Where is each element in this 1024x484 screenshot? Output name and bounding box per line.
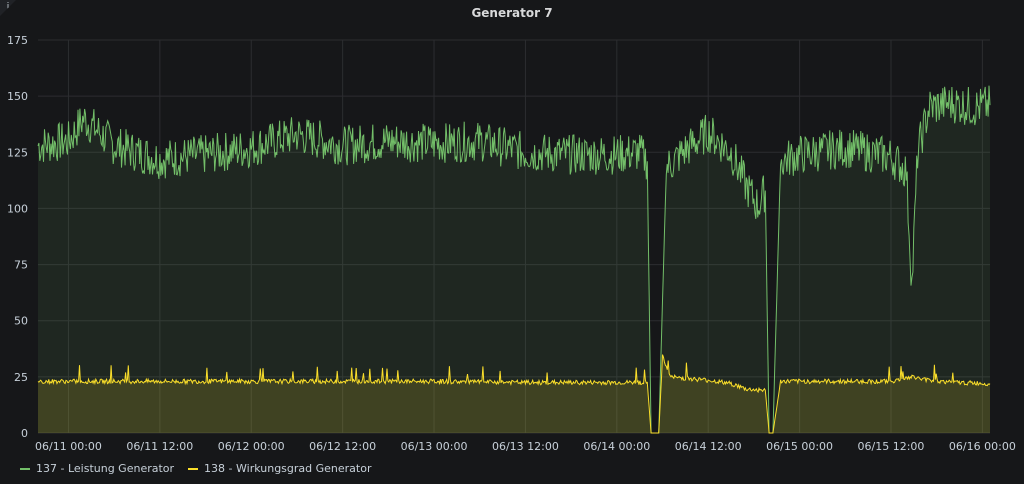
legend: 137 - Leistung Generator 138 - Wirkungsg… [20, 462, 372, 475]
series2-swatch [188, 467, 199, 470]
x-tick-label: 06/11 12:00 [126, 440, 193, 453]
x-tick-label: 06/16 00:00 [949, 440, 1016, 453]
legend-label-series2: 138 - Wirkungsgrad Generator [204, 462, 372, 475]
x-tick-label: 06/11 00:00 [35, 440, 102, 453]
x-tick-label: 06/13 12:00 [492, 440, 559, 453]
x-tick-label: 06/15 12:00 [858, 440, 925, 453]
y-tick-label: 100 [7, 202, 28, 215]
y-tick-label: 175 [7, 34, 28, 47]
x-tick-label: 06/12 12:00 [309, 440, 376, 453]
y-tick-label: 125 [7, 146, 28, 159]
y-tick-label: 25 [14, 371, 28, 384]
y-tick-label: 50 [14, 315, 28, 328]
legend-label-series1: 137 - Leistung Generator [36, 462, 175, 475]
legend-item-series1[interactable]: 137 - Leistung Generator [20, 462, 174, 475]
y-tick-label: 75 [14, 259, 28, 272]
x-tick-label: 06/14 12:00 [675, 440, 742, 453]
x-tick-label: 06/14 00:00 [583, 440, 650, 453]
chart-panel: i Generator 7 0 25 50 75 100 125 150 175 06/11 0… [0, 0, 1024, 484]
legend-item-series2[interactable]: 138 - Wirkungsgrad Generator [188, 462, 372, 475]
x-tick-label: 06/15 00:00 [766, 440, 833, 453]
x-tick-label: 06/12 00:00 [218, 440, 285, 453]
y-tick-label: 150 [7, 90, 28, 103]
x-tick-label: 06/13 00:00 [401, 440, 468, 453]
series1-swatch [20, 467, 30, 470]
chart-svg: 0 25 50 75 100 125 150 175 06/11 00:00 06/11 12:0… [7, 34, 1016, 453]
y-tick-label: 0 [21, 427, 28, 440]
